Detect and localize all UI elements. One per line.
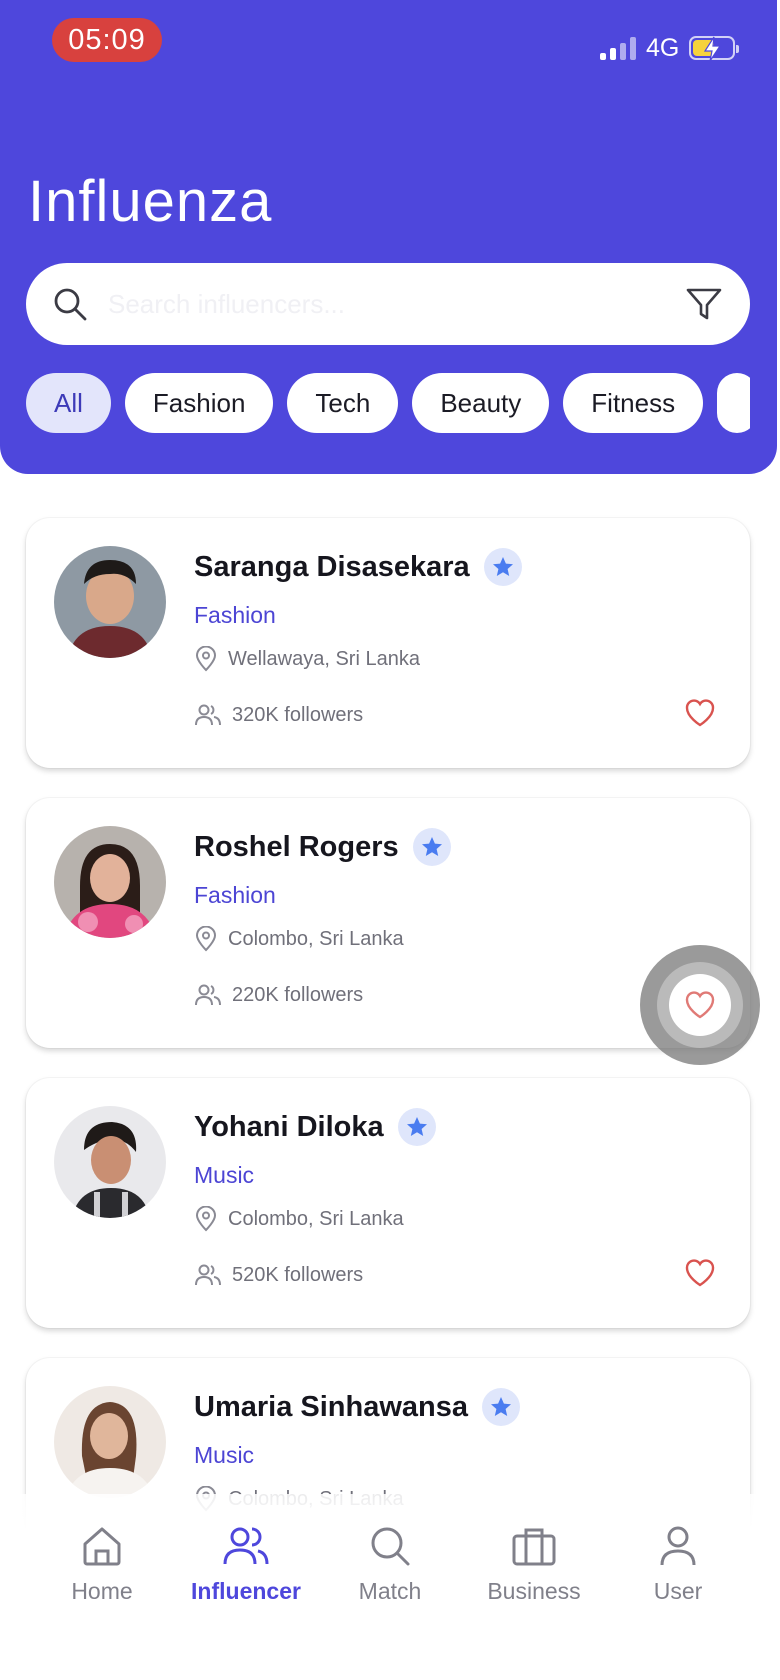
location-pin-icon <box>195 646 217 672</box>
avatar <box>54 826 166 938</box>
nav-influencer[interactable]: Influencer <box>174 1524 318 1680</box>
home-icon <box>83 1527 121 1566</box>
star-icon <box>483 548 522 586</box>
favorite-heart-icon[interactable] <box>684 698 716 728</box>
influencer-name: Saranga Disasekara <box>194 550 470 583</box>
network-type: 4G <box>646 33 680 62</box>
location-pin-icon <box>195 926 217 952</box>
influencer-location: Wellawaya, Sri Lanka <box>228 647 420 670</box>
app-title: Influenza <box>28 169 273 234</box>
influencer-name: Umaria Sinhawansa <box>194 1390 468 1423</box>
user-icon <box>660 1526 696 1566</box>
filter-icon[interactable] <box>684 284 724 324</box>
star-icon <box>412 828 451 866</box>
briefcase-icon <box>512 1528 556 1566</box>
nav-user[interactable]: User <box>606 1524 750 1680</box>
nav-user-label: User <box>653 1578 703 1604</box>
influencer-followers: 320K followers <box>232 703 364 726</box>
filter-chip-all[interactable]: All <box>26 373 111 433</box>
bottom-navigation: Home Influencer Match Business User <box>0 1494 780 1680</box>
search-input[interactable] <box>108 288 684 320</box>
signal-icon <box>600 36 636 60</box>
location-pin-icon <box>195 1206 217 1232</box>
avatar <box>54 1106 166 1218</box>
filter-chip-fashion[interactable]: Fashion <box>124 373 274 433</box>
filter-chip-beauty[interactable]: Beauty <box>412 373 550 433</box>
followers-icon <box>195 984 221 1006</box>
influencer-category: Fashion <box>194 602 276 628</box>
battery-icon <box>689 36 740 62</box>
nav-match-label: Match <box>358 1578 422 1604</box>
influencer-card[interactable]: Saranga Disasekara Fashion Wellawaya, Sr… <box>26 518 750 768</box>
influencer-category: Fashion <box>194 882 276 908</box>
search-bar[interactable] <box>26 263 750 345</box>
influencer-name: Yohani Diloka <box>194 1110 384 1143</box>
touch-indicator <box>640 945 760 1065</box>
nav-business[interactable]: Business <box>462 1524 606 1680</box>
category-filters: All Fashion Tech Beauty Fitness <box>26 373 750 433</box>
status-time: 05:09 <box>52 18 162 62</box>
star-icon <box>482 1388 520 1426</box>
influencer-card[interactable]: Yohani Diloka Music Colombo, Sri Lanka 5… <box>26 1078 750 1328</box>
favorite-heart-icon[interactable] <box>684 990 716 1020</box>
filter-chip-tech[interactable]: Tech <box>287 373 399 433</box>
filter-chip-fitness[interactable]: Fitness <box>563 373 704 433</box>
nav-home[interactable]: Home <box>30 1524 174 1680</box>
avatar <box>54 546 166 658</box>
influencer-followers: 220K followers <box>232 983 364 1006</box>
search-icon <box>371 1527 410 1566</box>
nav-match[interactable]: Match <box>318 1524 462 1680</box>
followers-icon <box>195 704 221 726</box>
app-header: 05:09 4G Influenza All Fashion Tech Beau… <box>0 0 777 474</box>
nav-home-label: Home <box>71 1578 133 1604</box>
users-icon <box>223 1527 269 1565</box>
influencer-followers: 520K followers <box>232 1263 364 1286</box>
filter-chip-more[interactable] <box>717 373 750 433</box>
nav-influencer-label: Influencer <box>191 1578 301 1604</box>
favorite-heart-icon[interactable] <box>684 1258 716 1288</box>
influencer-location: Colombo, Sri Lanka <box>228 1207 404 1230</box>
avatar <box>54 1386 166 1498</box>
influencer-location: Colombo, Sri Lanka <box>228 927 404 950</box>
nav-business-label: Business <box>487 1578 581 1604</box>
influencer-category: Music <box>194 1162 255 1188</box>
followers-icon <box>195 1264 221 1286</box>
influencer-name: Roshel Rogers <box>194 830 399 863</box>
influencer-category: Music <box>194 1442 255 1468</box>
star-icon <box>397 1108 436 1146</box>
status-bar-right: 4G <box>600 30 740 66</box>
search-icon <box>54 288 87 321</box>
